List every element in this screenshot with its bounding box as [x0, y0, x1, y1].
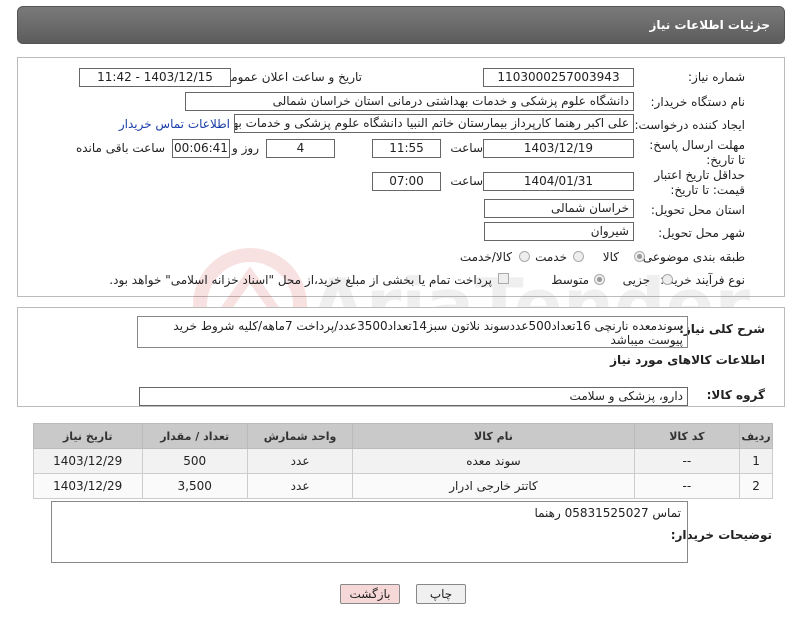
- buyer-notes-textarea[interactable]: تماس 05831525027 رهنما: [51, 501, 688, 563]
- buyer-notes-text: تماس 05831525027 رهنما: [534, 506, 681, 520]
- remaining-label: ساعت باقی مانده: [75, 141, 165, 155]
- category-option-both: کالا/خدمت: [459, 250, 512, 264]
- process-option-minor: جزیی: [622, 273, 650, 287]
- process-radio-minor[interactable]: [662, 274, 673, 285]
- days-field[interactable]: 4: [266, 139, 335, 158]
- panel-title: جزئیات اطلاعات نیاز: [649, 18, 770, 32]
- process-radio-medium[interactable]: [594, 274, 605, 285]
- category-radio-both[interactable]: [519, 251, 530, 262]
- category-radio-service[interactable]: [573, 251, 584, 262]
- province-field[interactable]: خراسان شمالی: [484, 199, 634, 218]
- goods-group-field[interactable]: دارو، پزشکی و سلامت: [139, 387, 688, 406]
- header-name: نام کالا: [352, 423, 635, 449]
- payment-note: پرداخت تمام یا بخشی از مبلغ خرید،از محل …: [109, 273, 492, 287]
- cell-unit: عدد: [246, 448, 354, 474]
- header-quantity: تعداد / مقدار: [141, 423, 248, 449]
- category-label: طبقه بندی موضوعی:: [638, 250, 745, 264]
- header-code: کد کالا: [633, 423, 741, 449]
- process-option-medium: متوسط: [551, 273, 589, 287]
- table-row: 1 -- سوند معده عدد 500 1403/12/29: [33, 448, 773, 474]
- summary-textarea[interactable]: سوندمعده نارنچی 16تعداد500عددسوند نلاتون…: [137, 316, 688, 348]
- cell-row-number: 2: [739, 473, 773, 499]
- cell-quantity: 3,500: [141, 473, 248, 499]
- buyer-org-field[interactable]: دانشگاه علوم پزشکی و خدمات بهداشتی درمان…: [185, 92, 634, 111]
- city-label: شهر محل تحویل:: [658, 226, 745, 240]
- items-table: ردیف کد کالا نام کالا واحد شمارش تعداد /…: [33, 423, 773, 499]
- payment-checkbox[interactable]: [498, 273, 509, 284]
- cell-date: 1403/12/29: [33, 448, 143, 474]
- buyer-org-label: نام دستگاه خریدار:: [650, 95, 746, 109]
- validity-time-label: ساعت: [450, 174, 483, 188]
- cell-name: کاتتر خارجی ادرار: [352, 473, 635, 499]
- validity-label: حداقل تاریخ اعتبار قیمت: تا تاریخ:: [654, 168, 745, 197]
- header-row-number: ردیف: [739, 423, 773, 449]
- summary-label: شرح کلی نیاز:: [679, 322, 765, 336]
- deadline-time-field[interactable]: 11:55: [372, 139, 441, 158]
- back-button[interactable]: بازگشت: [340, 584, 400, 604]
- days-label: روز و: [232, 141, 259, 155]
- city-field[interactable]: شیروان: [484, 222, 634, 241]
- table-row: 2 -- کاتتر خارجی ادرار عدد 3,500 1403/12…: [33, 473, 773, 499]
- announce-field[interactable]: 1403/12/15 - 11:42: [79, 68, 231, 87]
- cell-name: سوند معده: [352, 448, 635, 474]
- need-number-field[interactable]: 1103000257003943: [483, 68, 634, 87]
- summary-text: سوندمعده نارنچی 16تعداد500عددسوند نلاتون…: [173, 319, 683, 347]
- deadline-time-label: ساعت: [450, 141, 483, 155]
- province-label: استان محل تحویل:: [650, 203, 745, 217]
- need-number-label: شماره نیاز:: [688, 70, 745, 84]
- validity-date-field[interactable]: 1404/01/31: [483, 172, 634, 191]
- goods-group-label: گروه کالا:: [706, 388, 765, 402]
- cell-code: --: [633, 448, 741, 474]
- cell-unit: عدد: [246, 473, 354, 499]
- contact-buyer-link[interactable]: اطلاعات تماس خریدار: [119, 117, 230, 131]
- announce-label: تاریخ و ساعت اعلان عمومی:: [217, 70, 362, 84]
- cell-quantity: 500: [141, 448, 248, 474]
- print-button[interactable]: چاپ: [416, 584, 466, 604]
- remaining-time-field[interactable]: 00:06:41: [172, 139, 230, 158]
- header-unit: واحد شمارش: [246, 423, 354, 449]
- category-option-goods: کالا: [602, 250, 619, 264]
- cell-date: 1403/12/29: [33, 473, 143, 499]
- creator-field[interactable]: علی اکبر رهنما کارپرداز بیمارستان خاتم ا…: [234, 114, 634, 133]
- creator-label: ایجاد کننده درخواست:: [634, 118, 745, 132]
- cell-code: --: [633, 473, 741, 499]
- cell-row-number: 1: [739, 448, 773, 474]
- category-radio-goods[interactable]: [634, 251, 645, 262]
- category-option-service: خدمت: [535, 250, 567, 264]
- validity-time-field[interactable]: 07:00: [372, 172, 441, 191]
- goods-section-title: اطلاعات کالاهای مورد نیاز: [610, 353, 765, 367]
- deadline-label: مهلت ارسال پاسخ: تا تاریخ:: [649, 138, 745, 167]
- table-header-row: ردیف کد کالا نام کالا واحد شمارش تعداد /…: [33, 423, 773, 449]
- header-date: تاریخ نیاز: [33, 423, 143, 449]
- deadline-date-field[interactable]: 1403/12/19: [483, 139, 634, 158]
- panel-header: جزئیات اطلاعات نیاز: [17, 6, 785, 44]
